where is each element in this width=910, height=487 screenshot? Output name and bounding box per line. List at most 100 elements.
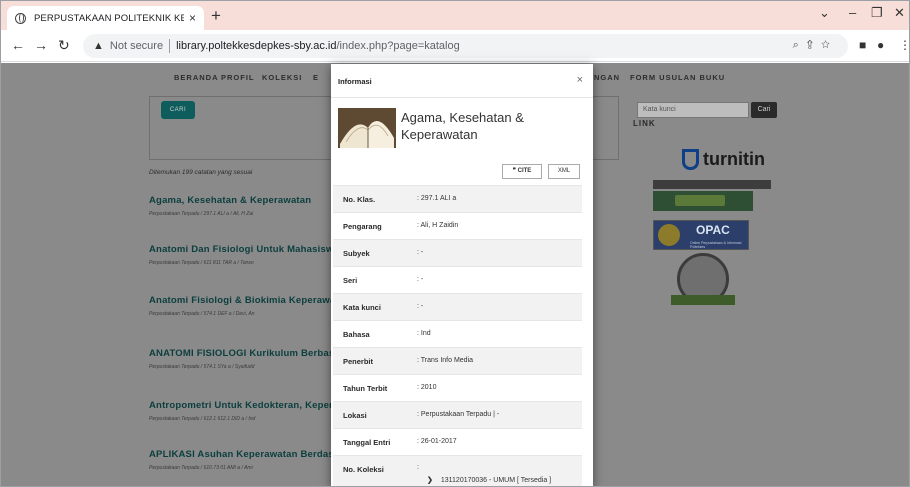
detail-value: : Trans Info Media bbox=[417, 357, 474, 364]
sidepanel-icon[interactable]: ■ bbox=[859, 38, 866, 52]
result-title[interactable]: Agama, Kesehatan & Keperawatan bbox=[149, 195, 311, 206]
browser-toolbar: ← → ↻ ▲ Not secure library.poltekkesdepk… bbox=[1, 30, 909, 62]
tab-close-button[interactable]: × bbox=[189, 11, 196, 25]
browser-tab[interactable]: PERPUSTAKAAN POLITEKNIK KES × bbox=[7, 6, 204, 30]
modal-close-button[interactable]: × bbox=[577, 74, 583, 86]
koleksi-item[interactable]: ❯ 131120170036 - UMUM [ Tersedia ] bbox=[427, 476, 551, 484]
cite-button[interactable]: ❞ CITE bbox=[502, 164, 542, 179]
detail-label: Seri bbox=[343, 276, 358, 285]
address-divider bbox=[169, 39, 171, 53]
menu-kebab-icon[interactable]: ⋮ bbox=[899, 38, 909, 52]
opac-text: OPAC bbox=[696, 223, 730, 237]
detail-label: Subyek bbox=[343, 249, 370, 258]
result-meta: Perpustakaan Terpadu / 297.1 ALI a / Ali… bbox=[149, 211, 254, 217]
bookmark-star-icon[interactable]: ☆ bbox=[821, 39, 838, 51]
opac-subtitle: Online Perpustakaan & Informasi Poltekke… bbox=[690, 241, 742, 249]
result-title[interactable]: APLIKASI Asuhan Keperawatan Berdas bbox=[149, 449, 334, 460]
search-button[interactable]: CARI bbox=[161, 101, 195, 119]
reload-icon[interactable]: ↻ bbox=[58, 37, 70, 54]
detail-value: : 26-01-2017 bbox=[417, 438, 457, 445]
detail-row: Tanggal Entri: 26-01-2017 bbox=[333, 428, 582, 455]
result-item[interactable]: Antropometri Untuk Kedokteran, Keper Per… bbox=[149, 400, 333, 422]
zoom-icon[interactable]: ⌕ bbox=[793, 39, 807, 51]
detail-label: Lokasi bbox=[343, 411, 367, 420]
detail-value: : - bbox=[417, 249, 424, 256]
tab-strip: PERPUSTAKAAN POLITEKNIK KES × + ⌄ – ❐ ✕ bbox=[1, 1, 909, 30]
xml-button[interactable]: XML bbox=[548, 164, 580, 179]
detail-value: : 2010 bbox=[417, 384, 437, 391]
result-item[interactable]: Anatomi Fisiologi & Biokimia Keperawa Pe… bbox=[149, 295, 335, 317]
chevron-right-icon: ❯ bbox=[427, 477, 433, 484]
results-count: Ditemukan 199 catatan yang sesuai bbox=[149, 169, 253, 176]
security-label[interactable]: Not secure bbox=[110, 40, 163, 52]
result-meta: Perpustakaan Terpadu / 612.1 612.1 DID a… bbox=[149, 416, 256, 422]
result-item[interactable]: ANATOMI FISIOLOGI Kurikulum Berbas Perpu… bbox=[149, 348, 334, 370]
nav-form-usulan-buku[interactable]: FORM USULAN BUKU bbox=[630, 73, 725, 82]
opac-seal-icon bbox=[658, 224, 680, 246]
back-icon[interactable]: ← bbox=[11, 37, 25, 53]
nav-profil[interactable]: PROFIL bbox=[221, 73, 255, 82]
result-title[interactable]: Anatomi Fisiologi & Biokimia Keperawa bbox=[149, 295, 335, 306]
detail-row: Tahun Terbit : 2010 bbox=[333, 374, 582, 401]
book-title: Agama, Kesehatan & Keperawatan bbox=[401, 110, 524, 142]
detail-row: Penerbit : Trans Info Media bbox=[333, 347, 582, 374]
result-item[interactable]: Agama, Kesehatan & Keperawatan Perpustak… bbox=[149, 195, 311, 217]
url-text[interactable]: library.poltekkesdepkes-sby.ac.id/index.… bbox=[176, 40, 460, 52]
share-icon[interactable]: ⇪ bbox=[807, 39, 821, 51]
nav-e[interactable]: E bbox=[313, 73, 319, 82]
detail-row: Bahasa: Ind bbox=[333, 320, 582, 347]
result-title[interactable]: Antropometri Untuk Kedokteran, Keper bbox=[149, 400, 333, 411]
detail-label: Kata kunci bbox=[343, 303, 381, 312]
fppti-ribbon bbox=[671, 295, 735, 305]
modal-header: Informasi × bbox=[331, 64, 593, 98]
result-meta: Perpustakaan Terpadu / 610.73 01 AMI a /… bbox=[149, 465, 253, 471]
detail-row: No. Klas.: 297.1 ALI a bbox=[333, 185, 582, 212]
result-title[interactable]: ANATOMI FISIOLOGI Kurikulum Berbas bbox=[149, 348, 334, 359]
detail-label: No. Koleksi bbox=[343, 465, 384, 474]
detail-value: : - bbox=[417, 276, 424, 283]
detail-label: No. Klas. bbox=[343, 195, 376, 204]
warning-icon[interactable]: ▲ bbox=[93, 40, 104, 52]
detail-row: Subyek : - bbox=[333, 239, 582, 266]
chevron-down-icon[interactable]: ⌄ bbox=[819, 5, 830, 21]
url-path: /index.php?page=katalog bbox=[336, 40, 460, 52]
profile-avatar-icon[interactable]: ● bbox=[877, 38, 884, 52]
koleksi-value: 131120170036 - UMUM [ Tersedia ] bbox=[440, 477, 552, 484]
sidebar-search-input[interactable]: Kata kunci bbox=[637, 102, 749, 118]
garuda-banner[interactable] bbox=[653, 191, 753, 211]
result-item[interactable]: Anatomi Dan Fisiologi Untuk Mahasisw Per… bbox=[149, 244, 334, 266]
result-meta: Perpustakaan Terpadu / 574.1 SYa a / Sya… bbox=[149, 364, 255, 370]
omnibox-actions: ⌕⇪☆ bbox=[793, 39, 838, 52]
turnitin-text: turnitin bbox=[703, 149, 765, 169]
modal-title: Informasi bbox=[338, 77, 372, 86]
detail-value: : Ind bbox=[417, 330, 431, 337]
nav-koleksi[interactable]: KOLEKSI bbox=[262, 73, 302, 82]
result-title[interactable]: Anatomi Dan Fisiologi Untuk Mahasisw bbox=[149, 244, 334, 255]
detail-label: Penerbit bbox=[343, 357, 374, 366]
detail-row: Kata kunci: - bbox=[333, 293, 582, 320]
detail-colon: : bbox=[417, 464, 419, 471]
book-cover-image bbox=[338, 108, 396, 148]
opac-link[interactable]: OPAC Online Perpustakaan & Informasi Pol… bbox=[653, 220, 749, 250]
detail-label: Tahun Terbit bbox=[343, 384, 388, 393]
address-bar[interactable]: ▲ Not secure library.poltekkesdepkes-sby… bbox=[83, 34, 848, 58]
forward-icon[interactable]: → bbox=[34, 37, 48, 53]
result-item[interactable]: APLIKASI Asuhan Keperawatan Berdas Perpu… bbox=[149, 449, 334, 471]
tab-title: PERPUSTAKAAN POLITEKNIK KES bbox=[34, 12, 184, 24]
partner-banner[interactable] bbox=[653, 180, 771, 189]
result-meta: Perpustakaan Terpadu / 574.1 DEF a / Dev… bbox=[149, 311, 255, 317]
detail-value: : Perpustakaan Terpadu | - bbox=[417, 411, 500, 418]
minimize-icon[interactable]: – bbox=[849, 5, 856, 20]
close-window-icon[interactable]: ✕ bbox=[894, 5, 905, 21]
nav-ngan[interactable]: NGAN bbox=[594, 73, 620, 82]
sidebar-search-button[interactable]: Cari bbox=[751, 102, 777, 118]
detail-row-koleksi: No. Koleksi : ❯ 131120170036 - UMUM [ Ter… bbox=[333, 455, 582, 486]
detail-row: Lokasi : Perpustakaan Terpadu | - bbox=[333, 401, 582, 428]
new-tab-button[interactable]: + bbox=[211, 6, 221, 26]
nav-beranda[interactable]: BERANDA bbox=[174, 73, 219, 82]
info-modal: Informasi × Agama, Kesehatan & Keperawat… bbox=[331, 64, 593, 486]
restore-icon[interactable]: ❐ bbox=[871, 5, 883, 21]
detail-value: : Ali, H Zaidin bbox=[417, 222, 459, 229]
result-meta: Perpustakaan Terpadu / 611 811 TAR a / T… bbox=[149, 260, 254, 266]
turnitin-link[interactable]: turnitin bbox=[682, 148, 765, 170]
